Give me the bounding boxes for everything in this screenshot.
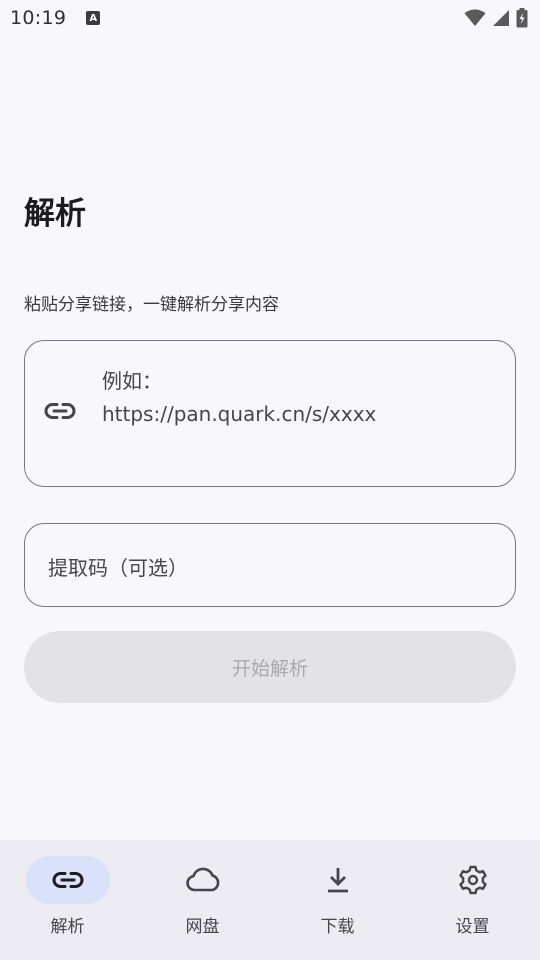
nav-label-download: 下载 [320, 917, 355, 937]
page-title: 解析 [24, 196, 86, 232]
link-icon [44, 403, 76, 419]
extraction-code-placeholder: 提取码（可选） [48, 556, 188, 580]
notification-icon: A [86, 11, 101, 25]
nav-item-parse[interactable]: 解析 [0, 840, 135, 960]
nav-icon-wrap [431, 856, 515, 904]
share-link-input[interactable]: 例如： https://pan.quark.cn/s/xxxx [24, 340, 516, 487]
gear-icon [458, 865, 487, 895]
nav-icon-wrap [161, 856, 245, 904]
nav-icon-wrap [296, 856, 380, 904]
link-icon [52, 872, 83, 888]
extraction-code-input[interactable]: 提取码（可选） [24, 523, 516, 607]
download-icon [327, 868, 348, 893]
nav-label-cloud: 网盘 [185, 917, 220, 937]
bottom-nav: 解析 网盘 下载 设置 [0, 840, 540, 960]
nav-item-settings[interactable]: 设置 [405, 840, 540, 960]
signal-icon [493, 10, 509, 26]
cloud-icon [185, 867, 219, 892]
page-subtitle: 粘贴分享链接，一键解析分享内容 [24, 295, 279, 315]
notification-icon-glyph: A [89, 12, 98, 24]
screen: 10:19 A 解析 粘贴分享链接，一键解析分享内容 例如： https://p… [0, 0, 540, 960]
start-parse-button[interactable]: 开始解析 [24, 631, 516, 703]
nav-active-indicator [25, 856, 110, 904]
nav-item-download[interactable]: 下载 [270, 840, 405, 960]
wifi-icon [464, 9, 486, 26]
nav-label-parse: 解析 [50, 917, 85, 937]
status-time: 10:19 [10, 7, 67, 29]
nav-label-settings: 设置 [455, 917, 490, 937]
status-bar: 10:19 A [0, 0, 540, 36]
nav-item-cloud[interactable]: 网盘 [135, 840, 270, 960]
status-icons [464, 8, 528, 28]
battery-charging-icon [516, 8, 528, 28]
share-link-placeholder: 例如： https://pan.quark.cn/s/xxxx [102, 369, 377, 426]
